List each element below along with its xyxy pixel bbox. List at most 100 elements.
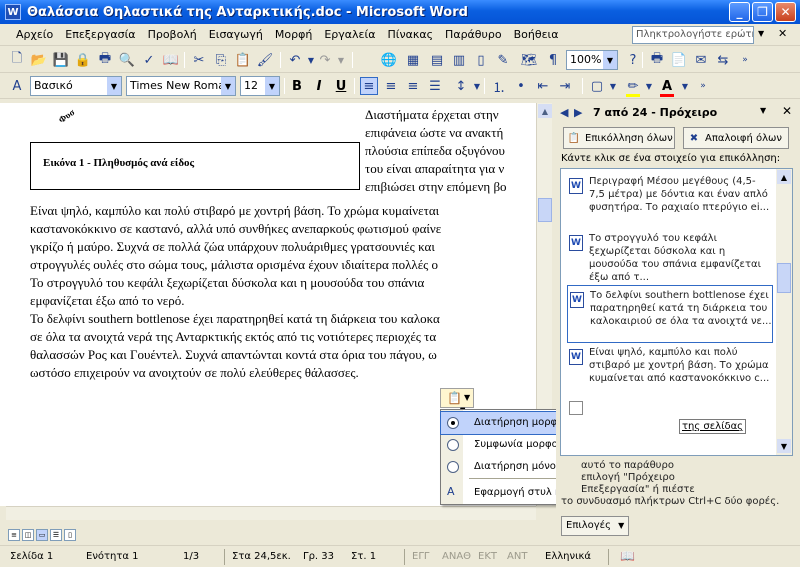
menu-insert[interactable]: Εισαγωγή — [203, 28, 269, 41]
status-record-macro[interactable]: ΕΓΓ — [412, 551, 429, 562]
clipboard-item[interactable]: W Το στρογγυλό του κεφάλι ξεχωρίζεται δύ… — [567, 229, 773, 287]
menu-view[interactable]: Προβολή — [142, 28, 203, 41]
font-color-icon[interactable]: A — [658, 77, 676, 95]
scroll-down-icon[interactable]: ▼ — [777, 439, 791, 453]
highlight-dropdown-icon[interactable]: ▼ — [640, 77, 658, 95]
spelling-icon[interactable]: ✓ — [140, 51, 158, 69]
clipboard-item[interactable]: W Είναι ψηλό, καμπύλο και πολύ στιβαρό μ… — [567, 343, 773, 401]
columns-icon[interactable]: ▯ — [472, 51, 490, 69]
italic-button[interactable]: I — [310, 77, 328, 95]
research-icon[interactable]: 📖 — [162, 51, 180, 69]
hyperlink-icon[interactable]: 🌐 — [380, 51, 398, 69]
scroll-thumb[interactable] — [538, 198, 552, 222]
menu-table[interactable]: Πίνακας — [381, 28, 439, 41]
read-icon[interactable]: 📄 — [670, 51, 688, 69]
help-icon[interactable]: ? — [624, 51, 642, 69]
style-select[interactable]: Βασικό ▼ — [30, 76, 122, 96]
menu-window[interactable]: Παράθυρο — [439, 28, 508, 41]
insert-table-icon[interactable]: ▤ — [428, 51, 446, 69]
toolbar-options-icon[interactable]: » — [694, 77, 712, 95]
compare-icon[interactable]: ⇆ — [714, 51, 732, 69]
options-button[interactable]: Επιλογές ▼ — [561, 516, 629, 536]
menu-format[interactable]: Μορφή — [269, 28, 318, 41]
font-color-dropdown-icon[interactable]: ▼ — [676, 77, 694, 95]
clipboard-item-selected[interactable]: W Το δελφίνι southern bottlenose έχει πα… — [567, 285, 773, 343]
justify-icon[interactable]: ☰ — [426, 77, 444, 95]
reading-layout-icon[interactable]: ▯ — [64, 529, 76, 541]
cut-icon[interactable]: ✂ — [190, 51, 208, 69]
bold-button[interactable]: B — [288, 77, 306, 95]
zoom-select[interactable]: 100% ▼ — [566, 50, 618, 70]
new-document-icon[interactable]: 🗋 — [8, 51, 26, 69]
align-left-icon[interactable]: ≡ — [360, 77, 378, 95]
status-language: Ελληνικά — [545, 551, 591, 562]
print-preview-icon[interactable]: 🔍 — [118, 51, 136, 69]
document-map-icon[interactable]: 🗺 — [520, 51, 538, 69]
word-app-icon[interactable]: W — [5, 4, 21, 20]
increase-indent-icon[interactable]: ⇥ — [556, 77, 574, 95]
styles-formatting-icon[interactable]: A — [8, 77, 26, 95]
paragraph-line: ωστόσο επιχειρούν να ανοιχτούν σε πολύ ε… — [30, 365, 359, 380]
print-icon[interactable]: 🖶 — [96, 51, 114, 69]
chevron-down-icon: ▼ — [618, 521, 625, 530]
forward-icon[interactable]: ▶ — [574, 106, 582, 119]
print-small-icon[interactable]: 🖶 — [648, 51, 666, 69]
save-icon[interactable]: 💾 — [52, 51, 70, 69]
clipboard-list-scrollbar[interactable]: ▲ ▼ — [776, 169, 792, 455]
tables-borders-icon[interactable]: ▦ — [404, 51, 422, 69]
scroll-up-icon[interactable]: ▲ — [538, 104, 552, 118]
underline-button[interactable]: U — [332, 77, 350, 95]
redo-dropdown-icon[interactable]: ▼ — [332, 51, 350, 69]
copy-icon[interactable]: ⎘ — [212, 51, 230, 69]
clipboard-item[interactable]: W Περιγραφή Μέσου μεγέθους (4,5-7,5 μέτρ… — [567, 172, 773, 230]
document-horizontal-scrollbar[interactable] — [6, 506, 536, 520]
format-painter-icon[interactable]: 🖌 — [256, 51, 274, 69]
caption-text-box[interactable]: Εικόνα 1 - Πληθυσμός ανά είδος — [30, 142, 360, 190]
show-hide-icon[interactable]: ¶ — [544, 51, 562, 69]
minimize-button[interactable]: _ — [729, 2, 750, 22]
help-question-input[interactable]: Πληκτρολογήστε ερώτηση — [632, 26, 754, 44]
insert-excel-icon[interactable]: ▥ — [450, 51, 468, 69]
maximize-button[interactable]: ❐ — [752, 2, 773, 22]
outline-view-icon[interactable]: ☰ — [50, 529, 62, 541]
document-close-icon[interactable]: ✕ — [778, 27, 787, 40]
clipboard-items-list[interactable]: W Περιγραφή Μέσου μεγέθους (4,5-7,5 μέτρ… — [560, 168, 793, 456]
align-center-icon[interactable]: ≡ — [382, 77, 400, 95]
help-dropdown-icon[interactable]: ▼ — [758, 29, 764, 38]
font-select[interactable]: Times New Roman ▼ — [126, 76, 236, 96]
clear-all-button[interactable]: ✖ Απαλοιφή όλων — [683, 127, 789, 149]
bullets-icon[interactable]: • — [512, 77, 530, 95]
scroll-up-icon[interactable]: ▲ — [777, 170, 791, 184]
menu-tools[interactable]: Εργαλεία — [318, 28, 381, 41]
numbering-icon[interactable]: ⒈ — [490, 77, 508, 96]
task-pane-close-icon[interactable]: ✕ — [782, 104, 792, 118]
print-layout-icon[interactable]: ▭ — [36, 529, 48, 541]
task-pane-menu-icon[interactable]: ▼ — [760, 106, 766, 115]
paste-icon[interactable]: 📋 — [234, 51, 252, 69]
open-folder-icon[interactable]: 📂 — [30, 51, 48, 69]
partial-menu-link[interactable]: της σελίδας — [679, 419, 747, 434]
menu-help[interactable]: Βοήθεια — [508, 28, 565, 41]
font-size-select[interactable]: 12 ▼ — [240, 76, 280, 96]
close-button[interactable]: ✕ — [775, 2, 796, 22]
status-overtype[interactable]: ΑΝΤ — [507, 551, 527, 562]
toolbar-options-icon[interactable]: » — [736, 51, 754, 69]
status-track-changes[interactable]: ΑΝΑΘ — [442, 551, 471, 562]
align-right-icon[interactable]: ≡ — [404, 77, 422, 95]
menu-file[interactable]: Αρχείο — [10, 28, 59, 41]
scroll-thumb[interactable] — [777, 263, 791, 293]
back-icon[interactable]: ◀ — [560, 106, 568, 119]
borders-dropdown-icon[interactable]: ▼ — [604, 77, 622, 95]
permission-icon[interactable]: 🔒 — [74, 51, 92, 69]
attach-icon[interactable]: ✉ — [692, 51, 710, 69]
status-section: Ενότητα 1 — [86, 551, 139, 562]
drawing-icon[interactable]: ✎ — [494, 51, 512, 69]
status-extend[interactable]: ΕΚΤ — [478, 551, 497, 562]
paste-all-button[interactable]: 📋 Επικόλληση όλων — [563, 127, 675, 149]
title-bar: W Θαλάσσια Θηλαστικά της Ανταρκτικής.doc… — [0, 0, 800, 24]
normal-view-icon[interactable]: ≡ — [8, 529, 20, 541]
web-layout-icon[interactable]: ◫ — [22, 529, 34, 541]
spelling-status-icon[interactable]: 📖 — [620, 549, 635, 563]
menu-edit[interactable]: Επεξεργασία — [59, 28, 141, 41]
decrease-indent-icon[interactable]: ⇤ — [534, 77, 552, 95]
